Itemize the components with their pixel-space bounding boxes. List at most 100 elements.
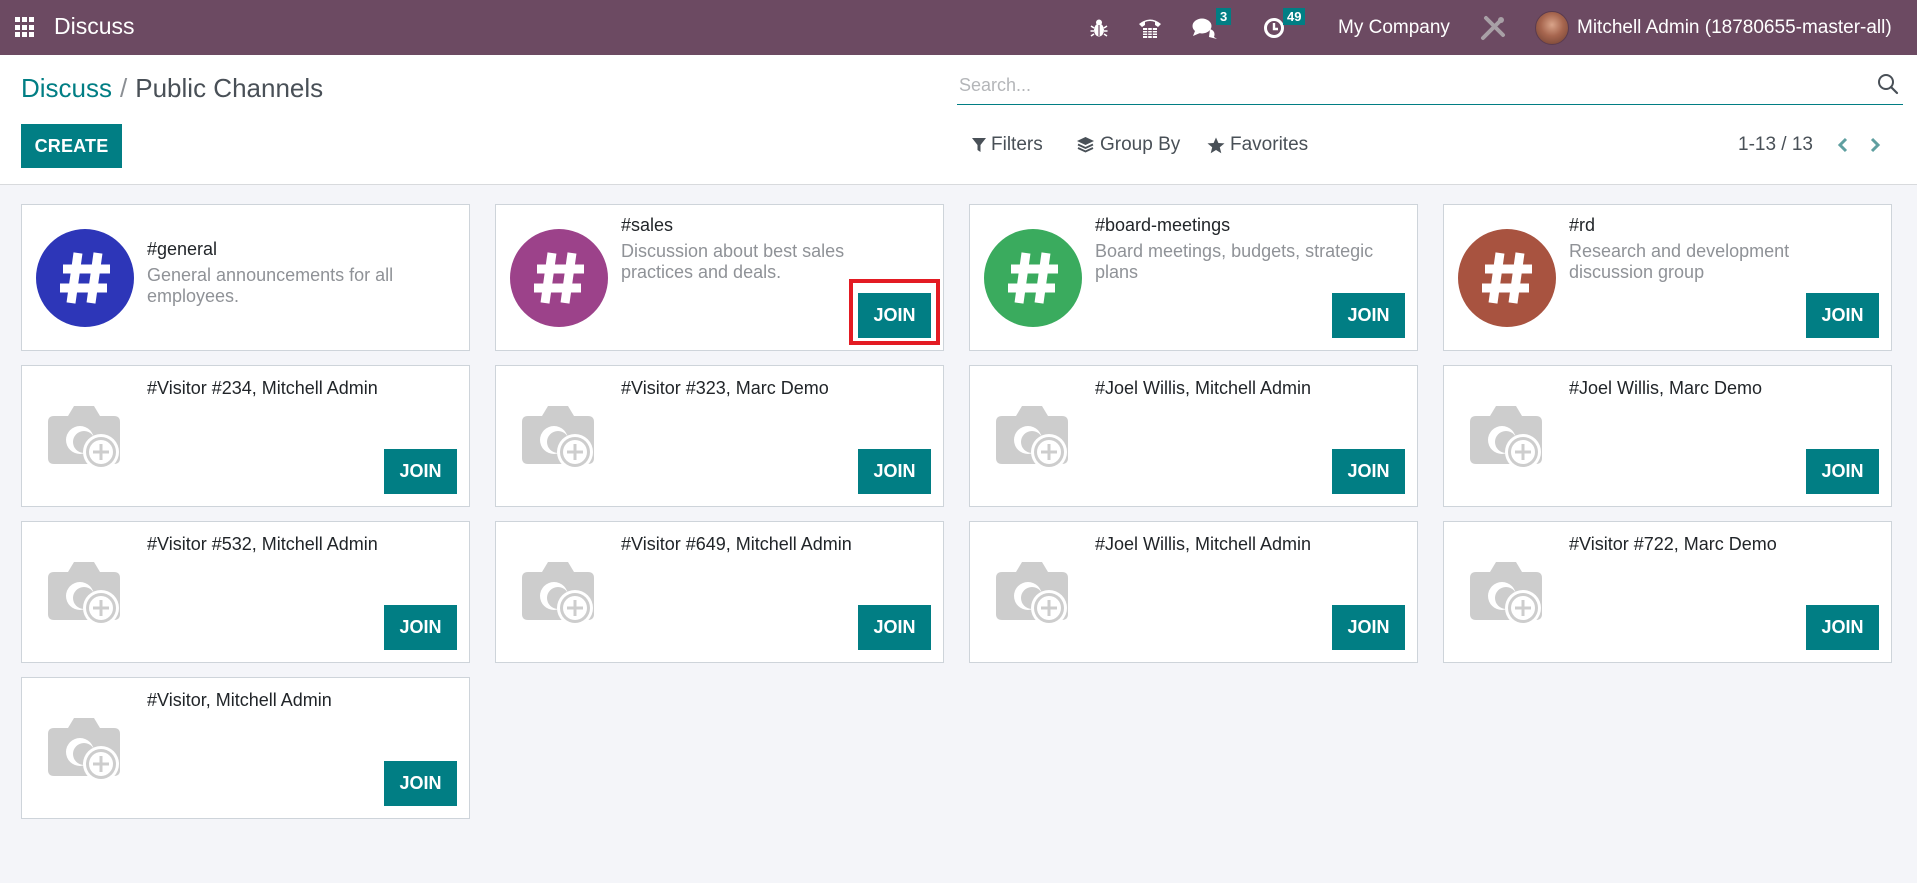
channel-card[interactable]: #Visitor, Mitchell Admin JOIN (21, 677, 470, 819)
channel-card[interactable]: #Visitor #722, Marc Demo JOIN (1443, 521, 1892, 663)
channel-card[interactable]: #Joel Willis, Mitchell Admin JOIN (969, 521, 1418, 663)
top-navbar: Discuss 3 49 My Company Mitchell Admin (… (0, 0, 1917, 55)
channel-name: #Visitor #649, Mitchell Admin (621, 534, 852, 554)
channel-card[interactable]: #Joel Willis, Mitchell Admin JOIN (969, 365, 1418, 507)
comments-icon (1192, 18, 1217, 39)
filter-icon (972, 138, 986, 152)
camera-add-icon (996, 562, 1068, 626)
camera-add-icon (48, 718, 120, 782)
user-menu[interactable]: Mitchell Admin (18780655-master-all) (1535, 0, 1892, 55)
company-switcher[interactable]: My Company (1338, 0, 1450, 55)
camera-add-icon (1470, 406, 1542, 470)
group-by-label: Group By (1100, 134, 1181, 155)
join-button[interactable]: JOIN (1806, 293, 1879, 338)
camera-add-icon (1470, 562, 1542, 626)
channel-name: #sales (621, 215, 674, 235)
filters-label: Filters (991, 134, 1043, 155)
channel-card[interactable]: #Visitor #532, Mitchell Admin JOIN (21, 521, 470, 663)
apps-grid-icon[interactable] (15, 17, 36, 38)
channel-name: #Visitor #722, Marc Demo (1569, 534, 1777, 554)
breadcrumb-current: Public Channels (135, 73, 324, 103)
join-button[interactable]: JOIN (1806, 605, 1879, 650)
channel-avatar (984, 229, 1082, 327)
phone-icon (1139, 19, 1161, 38)
avatar (1535, 10, 1569, 45)
channel-name: #Joel Willis, Mitchell Admin (1095, 378, 1312, 398)
messages-count-badge: 3 (1216, 8, 1232, 25)
create-button[interactable]: CREATE (21, 124, 122, 168)
voip-button[interactable] (1138, 0, 1162, 55)
filters-button[interactable]: Filters (972, 133, 1043, 157)
channel-name: #Joel Willis, Mitchell Admin (1095, 534, 1312, 554)
favorites-label: Favorites (1230, 134, 1309, 155)
join-button[interactable]: JOIN (384, 449, 457, 494)
channel-name: #board-meetings (1095, 215, 1231, 235)
app-name[interactable]: Discuss (54, 13, 135, 40)
hash-icon (60, 252, 110, 304)
channel-name: #Visitor, Mitchell Admin (147, 690, 332, 710)
tools-icon (1481, 15, 1505, 40)
join-button[interactable]: JOIN (384, 605, 457, 650)
channel-description: Board meetings, budgets, strategic plans (1095, 241, 1374, 282)
channel-description: Research and development discussion grou… (1569, 241, 1790, 282)
pager-next-button[interactable] (1864, 133, 1886, 157)
channel-description: Discussion about best sales practices an… (621, 241, 845, 282)
camera-add-icon (48, 406, 120, 470)
channel-name: #general (147, 239, 218, 259)
control-panel: Discuss /Public Channels CREATE Filters G… (0, 55, 1917, 185)
breadcrumb: Discuss / Public Channels (21, 73, 323, 104)
channel-avatar (36, 229, 134, 327)
channel-description: General announcements for all employees. (147, 265, 394, 306)
join-button[interactable]: JOIN (1332, 449, 1405, 494)
user-name: Mitchell Admin (18780655-master-all) (1577, 16, 1892, 38)
channel-card[interactable]: #Visitor #323, Marc Demo JOIN (495, 365, 944, 507)
channel-name: #rd (1569, 215, 1596, 235)
join-button[interactable]: JOIN (384, 761, 457, 806)
channel-name: #Visitor #323, Marc Demo (621, 378, 829, 398)
join-button[interactable]: JOIN (858, 293, 931, 338)
channel-card[interactable]: #board-meetings Board meetings, budgets,… (969, 204, 1418, 351)
bug-icon (1090, 19, 1108, 37)
camera-add-icon (522, 406, 594, 470)
layers-icon (1077, 137, 1094, 153)
camera-add-icon (996, 406, 1068, 470)
pager-value[interactable]: 1-13 / 13 (1738, 134, 1813, 156)
pager-previous-button[interactable] (1832, 133, 1854, 157)
hash-icon (1008, 252, 1058, 304)
clock-icon (1264, 17, 1284, 38)
join-button[interactable]: JOIN (858, 449, 931, 494)
join-button[interactable]: JOIN (1806, 449, 1879, 494)
activities-count-badge: 49 (1283, 8, 1306, 25)
messages-button[interactable]: 3 (1192, 0, 1232, 55)
star-icon (1207, 137, 1225, 153)
group-by-button[interactable]: Group By (1076, 133, 1180, 157)
channel-name: #Visitor #234, Mitchell Admin (147, 378, 378, 398)
channel-card[interactable]: #sales Discussion about best sales pract… (495, 204, 944, 351)
camera-add-icon (48, 562, 120, 626)
chevron-left-icon (1837, 137, 1848, 153)
breadcrumb-discuss-link[interactable]: Discuss (21, 73, 112, 103)
channel-card[interactable]: #general General announcements for all e… (21, 204, 470, 351)
channel-card[interactable]: #Visitor #234, Mitchell Admin JOIN (21, 365, 470, 507)
search-input[interactable] (959, 75, 1859, 96)
channel-card[interactable]: #Joel Willis, Marc Demo JOIN (1443, 365, 1892, 507)
settings-button[interactable] (1480, 0, 1506, 55)
hash-icon (534, 252, 584, 304)
camera-add-icon (522, 562, 594, 626)
breadcrumb-separator: / (120, 73, 128, 103)
channel-name: #Joel Willis, Marc Demo (1569, 378, 1763, 398)
channel-avatar (510, 229, 608, 327)
debug-button[interactable] (1090, 0, 1108, 55)
chevron-right-icon (1870, 137, 1881, 153)
join-button[interactable]: JOIN (858, 605, 931, 650)
search-icon[interactable] (1877, 73, 1899, 95)
channel-avatar (1458, 229, 1556, 327)
join-button[interactable]: JOIN (1332, 293, 1405, 338)
search-box (957, 67, 1903, 105)
channel-name: #Visitor #532, Mitchell Admin (147, 534, 378, 554)
channel-card[interactable]: #rd Research and development discussion … (1443, 204, 1892, 351)
channel-card[interactable]: #Visitor #649, Mitchell Admin JOIN (495, 521, 944, 663)
join-button[interactable]: JOIN (1332, 605, 1405, 650)
activities-button[interactable]: 49 (1263, 0, 1306, 55)
favorites-button[interactable]: Favorites (1207, 133, 1308, 157)
